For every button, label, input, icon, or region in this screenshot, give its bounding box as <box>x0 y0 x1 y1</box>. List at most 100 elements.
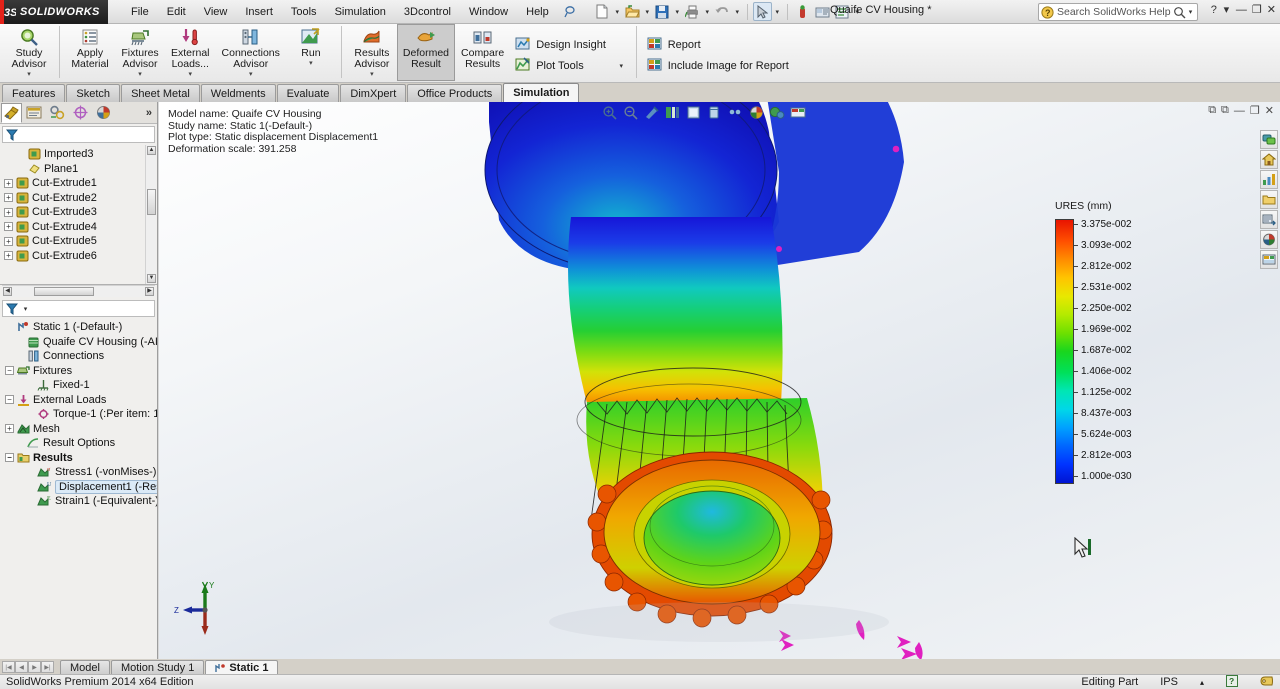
search-icon[interactable] <box>1173 6 1186 19</box>
ribbon-run-dropdown[interactable]: ▾ <box>309 60 313 67</box>
menu-file[interactable]: File <box>122 3 158 21</box>
print-document-caret[interactable]: ▾ <box>703 8 712 16</box>
tree-item-stress1[interactable]: σ Stress1 (-vonMises-) <box>3 465 157 480</box>
tab-dimxpert[interactable]: DimXpert <box>340 84 407 102</box>
search-dropdown-caret[interactable]: ▾ <box>1186 8 1195 16</box>
scroll-thumb[interactable] <box>147 189 156 215</box>
ribbon-results-advisor[interactable]: Results Advisor ▾ <box>347 24 397 81</box>
viewport-heads-up-toolbar[interactable] <box>595 102 812 122</box>
ribbon-compare-results[interactable]: Compare Results <box>455 24 510 81</box>
view-settings-icon[interactable] <box>769 104 785 120</box>
ribbon-apply-material[interactable]: Apply Material <box>65 24 115 81</box>
pin-icon[interactable] <box>564 5 577 18</box>
tab-weldments[interactable]: Weldments <box>200 84 276 102</box>
tag-icon[interactable] <box>1260 675 1274 689</box>
help-badge-icon[interactable]: ? <box>1226 674 1238 689</box>
tree-item-cut-extrude4[interactable]: + Cut-Extrude4 <box>2 220 157 235</box>
viewport-minimize[interactable]: — <box>1234 105 1245 117</box>
open-document-caret[interactable]: ▾ <box>643 8 652 16</box>
expand-toggle[interactable]: + <box>4 207 13 217</box>
expand-toggle[interactable]: + <box>4 178 13 188</box>
tree-item-mesh[interactable]: + Mesh <box>3 422 157 437</box>
scroll-thumb-h[interactable] <box>34 287 94 296</box>
scroll-down-arrow[interactable]: ▼ <box>147 274 156 283</box>
menu-edit[interactable]: Edit <box>158 3 195 21</box>
tree-item-connections[interactable]: Connections <box>3 349 157 364</box>
tree-item-cut-extrude1[interactable]: + Cut-Extrude1 <box>2 176 157 191</box>
feature-tree[interactable]: Imported3 Plane1 + Cut-Extrude1 + Cut-Ex… <box>0 145 157 285</box>
ribbon-connections-advisor-dropdown[interactable]: ▾ <box>249 71 253 78</box>
bottom-tab-model[interactable]: Model <box>60 660 110 674</box>
expand-toggle[interactable]: + <box>4 193 13 203</box>
expand-toggle[interactable]: + <box>4 236 13 246</box>
tab-office-products[interactable]: Office Products <box>407 84 503 102</box>
expand-toggle[interactable]: + <box>4 251 13 261</box>
menu-window[interactable]: Window <box>460 3 517 21</box>
ribbon-study-advisor[interactable]: Study Advisor ▾ <box>4 24 54 81</box>
ribbon-external-loads[interactable]: External Loads... ▾ <box>165 24 216 81</box>
display-manager-tab[interactable] <box>93 103 114 123</box>
view-orientation-icon[interactable] <box>664 104 680 120</box>
tree-item-fixtures[interactable]: − Fixtures <box>3 364 157 379</box>
ribbon-run[interactable]: Run ▾ <box>286 24 336 81</box>
tree-item-cut-extrude6[interactable]: + Cut-Extrude6 <box>2 249 157 264</box>
status-units[interactable]: IPS <box>1160 676 1178 688</box>
print-document-button[interactable] <box>683 2 702 21</box>
tree-item-cut-extrude2[interactable]: + Cut-Extrude2 <box>2 191 157 206</box>
tree-item-external-loads[interactable]: − External Loads <box>3 393 157 408</box>
restore-button[interactable]: ❐ <box>1252 3 1262 16</box>
collapse-toggle[interactable]: − <box>5 395 14 405</box>
feature-manager-tab[interactable] <box>1 102 22 123</box>
design-library-home-icon[interactable] <box>1260 150 1278 169</box>
ribbon-fixtures-advisor-dropdown[interactable]: ▾ <box>138 71 142 78</box>
custom-properties-icon[interactable] <box>1260 230 1278 249</box>
ribbon-connections-advisor[interactable]: Connections Advisor ▾ <box>216 24 286 81</box>
menu-simulation[interactable]: Simulation <box>326 3 395 21</box>
plot-tools-caret[interactable]: ▾ <box>617 62 626 70</box>
new-document-caret[interactable]: ▾ <box>613 8 622 16</box>
first-tab-button[interactable]: |◀ <box>2 661 15 673</box>
tree-item-result-options[interactable]: Result Options <box>3 436 157 451</box>
tab-sketch[interactable]: Sketch <box>66 84 121 102</box>
collapse-toggle[interactable]: − <box>5 453 14 463</box>
ribbon-include-image-for-report[interactable]: Include Image for Report <box>642 57 794 75</box>
bottom-tab-motion-study[interactable]: Motion Study 1 <box>110 660 205 674</box>
simulation-display-icon[interactable] <box>1260 250 1278 269</box>
tree-item-fixed-1[interactable]: Fixed-1 <box>3 378 157 393</box>
menu-tools[interactable]: Tools <box>282 3 326 21</box>
menu-help[interactable]: Help <box>517 3 558 21</box>
collapse-toggle[interactable]: − <box>5 366 14 376</box>
ribbon-study-advisor-dropdown[interactable]: ▾ <box>27 71 31 78</box>
viewport-restore-pane-1[interactable]: ⧉ <box>1208 104 1216 117</box>
zoom-to-area-icon[interactable] <box>622 104 638 120</box>
file-explorer-icon[interactable] <box>1260 170 1278 189</box>
solidworks-resources-icon[interactable] <box>1260 130 1278 149</box>
tab-simulation[interactable]: Simulation <box>503 83 580 102</box>
viewport-close[interactable]: ✕ <box>1265 104 1274 117</box>
open-document-button[interactable] <box>623 2 642 21</box>
scroll-right-arrow[interactable]: ▶ <box>145 287 154 296</box>
graphics-viewport[interactable]: Model name: Quaife CV Housing Study name… <box>159 102 1280 659</box>
expand-toggle[interactable]: + <box>5 424 14 434</box>
feature-tree-vertical-scrollbar[interactable]: ▲ ▼ <box>145 145 156 284</box>
tree-item-cut-extrude5[interactable]: + Cut-Extrude5 <box>2 234 157 249</box>
viewport-restore[interactable]: ❐ <box>1250 104 1260 117</box>
expand-toggle[interactable]: + <box>4 222 13 232</box>
ribbon-report[interactable]: Report <box>642 36 794 54</box>
apply-scene-icon[interactable] <box>748 104 764 120</box>
status-units-caret[interactable]: ▴ <box>1200 678 1204 687</box>
display-style-icon[interactable] <box>685 104 701 120</box>
simulation-filter-input[interactable]: ▾ <box>2 300 155 317</box>
tree-item-cut-extrude3[interactable]: + Cut-Extrude3 <box>2 205 157 220</box>
viewport-restore-pane-2[interactable]: ⧉ <box>1221 104 1229 117</box>
tree-item-displacement1[interactable]: U Displacement1 (-Res disp-) <box>3 479 157 495</box>
filter-dropdown-caret[interactable]: ▾ <box>21 305 30 313</box>
minimize-button[interactable]: — <box>1236 4 1247 16</box>
next-tab-button[interactable]: ▶ <box>28 661 41 673</box>
appearance-button[interactable] <box>813 2 832 21</box>
tree-item-results[interactable]: − Results <box>3 451 157 466</box>
ribbon-fixtures-advisor[interactable]: Fixtures Advisor ▾ <box>115 24 165 81</box>
tree-item-imported3[interactable]: Imported3 <box>2 147 157 162</box>
ribbon-external-loads-dropdown[interactable]: ▾ <box>189 71 193 78</box>
scroll-up-arrow[interactable]: ▲ <box>147 146 156 155</box>
